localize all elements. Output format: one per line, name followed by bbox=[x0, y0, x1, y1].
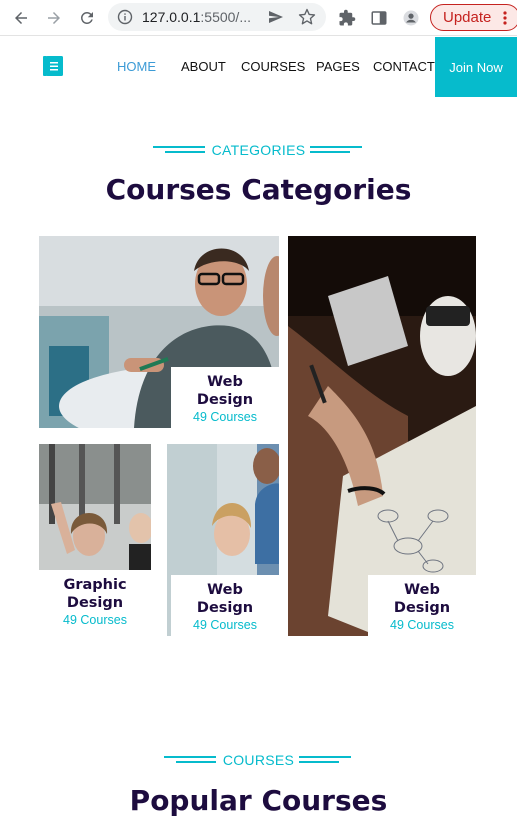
category-caption: Graphic Design 49 Courses bbox=[39, 570, 151, 636]
share-icon[interactable] bbox=[268, 9, 284, 25]
nav-contact[interactable]: CONTACT bbox=[373, 59, 435, 74]
back-button[interactable] bbox=[9, 6, 33, 30]
book-logo-icon[interactable] bbox=[41, 54, 65, 78]
profile-button[interactable] bbox=[399, 6, 423, 30]
category-caption: Web Design 49 Courses bbox=[171, 575, 279, 636]
category-card[interactable]: Web Design 49 Courses bbox=[39, 236, 279, 428]
nav-home[interactable]: HOME bbox=[117, 59, 156, 74]
url-host: 127.0.0.1 bbox=[142, 9, 201, 25]
join-now-button[interactable]: Join Now bbox=[435, 37, 517, 97]
nav-pages[interactable]: PAGES bbox=[316, 59, 360, 74]
popular-courses-title: Popular Courses bbox=[129, 784, 388, 817]
category-caption: Web Design 49 Courses bbox=[368, 575, 476, 636]
categories-label: CATEGORIES bbox=[211, 142, 306, 158]
url-path: :5500/... bbox=[200, 9, 251, 25]
category-name: Graphic Design bbox=[63, 577, 127, 611]
category-name: Web Design bbox=[393, 582, 451, 616]
browser-toolbar: 127.0.0.1:5500/... Update bbox=[0, 0, 517, 36]
sidebar-button[interactable] bbox=[367, 6, 391, 30]
category-card[interactable]: Graphic Design 49 Courses bbox=[39, 444, 151, 636]
course-count: 49 Courses bbox=[193, 410, 257, 424]
label-divider-right bbox=[299, 756, 351, 763]
site-header: HOME ABOUT COURSES PAGES CONTACT Join No… bbox=[0, 37, 517, 97]
extensions-button[interactable] bbox=[335, 6, 359, 30]
forward-button[interactable] bbox=[42, 6, 66, 30]
course-count: 49 Courses bbox=[390, 618, 454, 632]
profile-icon bbox=[403, 10, 419, 26]
nav-about[interactable]: ABOUT bbox=[181, 59, 226, 74]
category-caption: Web Design 49 Courses bbox=[171, 367, 279, 428]
category-card[interactable]: Web Design 49 Courses bbox=[167, 444, 279, 636]
star-icon[interactable] bbox=[298, 8, 316, 26]
forward-arrow-icon bbox=[48, 12, 60, 24]
nav-courses[interactable]: COURSES bbox=[241, 59, 305, 74]
info-icon[interactable] bbox=[117, 9, 133, 25]
update-label: Update bbox=[443, 9, 492, 26]
courses-label: COURSES bbox=[222, 752, 295, 768]
category-card[interactable]: Web Design 49 Courses bbox=[288, 236, 476, 636]
category-name: Web Design bbox=[196, 582, 254, 616]
sidebar-icon bbox=[371, 11, 387, 25]
reload-button[interactable] bbox=[75, 6, 99, 30]
reload-icon bbox=[80, 11, 93, 24]
course-count: 49 Courses bbox=[193, 618, 257, 632]
course-count: 49 Courses bbox=[63, 613, 127, 627]
url-text: 127.0.0.1:5500/... bbox=[142, 9, 254, 25]
back-arrow-icon bbox=[15, 12, 27, 24]
update-button[interactable]: Update bbox=[430, 4, 517, 31]
extensions-icon bbox=[339, 9, 356, 26]
menu-dots-icon bbox=[503, 11, 507, 25]
address-bar[interactable]: 127.0.0.1:5500/... bbox=[108, 3, 326, 31]
category-name: Web Design bbox=[196, 374, 254, 408]
label-divider-right bbox=[310, 146, 362, 153]
categories-title: Courses Categories bbox=[105, 173, 412, 206]
